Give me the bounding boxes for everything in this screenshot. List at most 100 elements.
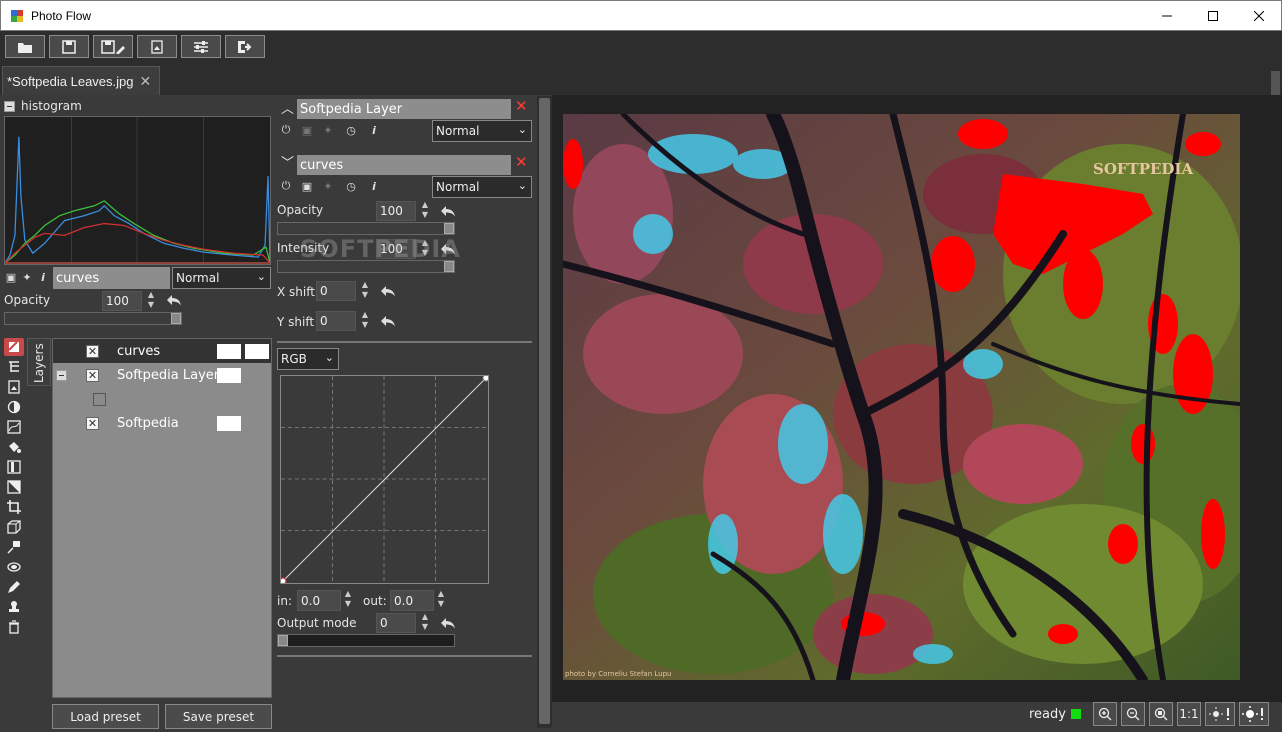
shadows-clipping-button[interactable] xyxy=(1205,702,1235,726)
xshift-spin-arrows[interactable]: ▲ ▼ xyxy=(358,280,372,302)
slider-handle[interactable] xyxy=(444,223,454,234)
save-preset-button[interactable]: Save preset xyxy=(165,704,272,729)
zoom-100-button[interactable]: 1:1 xyxy=(1177,702,1201,726)
tab-document[interactable]: *Softpedia Leaves.jpg ✕ xyxy=(2,66,160,95)
blur-tool-button[interactable] xyxy=(4,558,24,576)
layer-name-field[interactable]: curves xyxy=(53,267,170,289)
out-input[interactable]: 0.0 xyxy=(390,590,434,611)
clone-tool-button[interactable] xyxy=(4,538,24,556)
mask-icon[interactable]: ▣ xyxy=(301,180,313,193)
maximize-button[interactable] xyxy=(1190,1,1236,31)
export-button[interactable] xyxy=(137,35,177,58)
reset-icon[interactable] xyxy=(380,283,396,299)
output-mode-input[interactable]: 0 xyxy=(376,613,416,633)
collapse-icon[interactable] xyxy=(4,100,15,112)
expand-down-icon[interactable]: ﹀ xyxy=(281,152,294,171)
curves-editor[interactable] xyxy=(280,375,489,584)
yshift-spin-arrows[interactable]: ▲ ▼ xyxy=(358,310,372,332)
layer1-blend-select[interactable]: Normal ⌄ xyxy=(432,120,532,142)
reset-icon[interactable] xyxy=(166,292,182,308)
settings-button[interactable] xyxy=(181,35,221,58)
highlights-clipping-button[interactable] xyxy=(1239,702,1269,726)
curves-tool-button[interactable] xyxy=(4,418,24,436)
visible-checkbox[interactable] xyxy=(93,393,106,406)
slider-handle[interactable] xyxy=(171,313,181,324)
remove-layer1-icon[interactable]: ✕ xyxy=(515,97,528,115)
zoom-fit-button[interactable] xyxy=(1149,702,1173,726)
opacity-input[interactable]: 100 xyxy=(102,291,142,311)
pin-icon[interactable]: ✦ xyxy=(322,124,334,137)
xshift-input[interactable]: 0 xyxy=(316,281,356,301)
collapse-icon[interactable] xyxy=(56,370,67,381)
expand-up-icon[interactable]: ︿ xyxy=(281,98,294,117)
tab-close-icon[interactable]: ✕ xyxy=(139,73,151,90)
gradient-tool-button[interactable] xyxy=(4,458,24,476)
opacity-input[interactable]: 100 xyxy=(376,201,416,221)
layer2-blend-select[interactable]: Normal ⌄ xyxy=(432,176,532,198)
yshift-input[interactable]: 0 xyxy=(316,311,356,331)
reset-icon[interactable] xyxy=(440,203,456,219)
layers-tab[interactable]: Layers xyxy=(27,338,51,386)
output-mode-spin-arrows[interactable]: ▲ ▼ xyxy=(418,612,432,634)
mask-icon[interactable]: ▣ xyxy=(301,124,313,137)
layer-row-softpedia-layer[interactable]: ✕ Softpedia Layer xyxy=(53,363,271,387)
contrast-tool-button[interactable] xyxy=(4,398,24,416)
info-icon[interactable]: i xyxy=(368,124,380,137)
pin-icon[interactable]: ✦ xyxy=(21,271,33,284)
save-button[interactable] xyxy=(49,35,89,58)
layer-row-group[interactable] xyxy=(53,387,271,411)
zoom-in-button[interactable] xyxy=(1093,702,1117,726)
exit-button[interactable] xyxy=(225,35,265,58)
remove-layer2-icon[interactable]: ✕ xyxy=(515,153,528,171)
opacity-slider[interactable] xyxy=(4,312,182,325)
channel-select[interactable]: RGB ⌄ xyxy=(277,348,339,370)
tree-tool-button[interactable] xyxy=(4,358,24,376)
in-spin-arrows[interactable]: ▲ ▼ xyxy=(341,589,355,611)
blend-tool-button[interactable] xyxy=(4,478,24,496)
color-tool-button[interactable] xyxy=(4,438,24,456)
power-icon[interactable]: ⏻ xyxy=(280,123,292,136)
mask-icon[interactable]: ▣ xyxy=(5,271,17,284)
clock-icon[interactable]: ◷ xyxy=(345,180,357,193)
opacity-slider[interactable] xyxy=(277,222,455,235)
tab-scroll[interactable] xyxy=(1271,71,1280,95)
settings-scrollbar[interactable] xyxy=(537,96,552,728)
load-preset-button[interactable]: Load preset xyxy=(52,704,159,729)
transform-tool-button[interactable] xyxy=(4,518,24,536)
reset-icon[interactable] xyxy=(380,313,396,329)
layer-row-softpedia[interactable]: ✕ Softpedia xyxy=(53,411,271,435)
clock-icon[interactable]: ◷ xyxy=(345,124,357,137)
pin-icon[interactable]: ✦ xyxy=(322,180,334,193)
info-icon[interactable]: i xyxy=(368,180,380,193)
zoom-out-button[interactable] xyxy=(1121,702,1145,726)
draw-tool-button[interactable] xyxy=(4,578,24,596)
blend-mode-select[interactable]: Normal ⌄ xyxy=(172,267,271,289)
visible-checkbox[interactable]: ✕ xyxy=(86,345,99,358)
layers-tool-button[interactable] xyxy=(4,338,24,356)
image-tool-button[interactable] xyxy=(4,378,24,396)
minimize-button[interactable] xyxy=(1144,1,1190,31)
visible-checkbox[interactable]: ✕ xyxy=(86,369,99,382)
crop-tool-button[interactable] xyxy=(4,498,24,516)
image-canvas[interactable]: SOFTPEDIA photo by Corneliu Stefan Lupu xyxy=(563,114,1240,680)
info-icon[interactable]: i xyxy=(37,271,49,284)
scrollbar-thumb[interactable] xyxy=(539,98,550,724)
stamp-tool-button[interactable] xyxy=(4,598,24,616)
output-mode-slider[interactable] xyxy=(277,634,455,647)
visible-checkbox[interactable]: ✕ xyxy=(86,417,99,430)
slider-handle[interactable] xyxy=(278,635,288,646)
save-as-button[interactable] xyxy=(93,35,133,58)
layer1-name-field[interactable]: Softpedia Layer xyxy=(297,99,511,119)
in-input[interactable]: 0.0 xyxy=(297,590,341,611)
open-button[interactable] xyxy=(5,35,45,58)
layer-thumb xyxy=(217,416,241,431)
power-icon[interactable]: ⏻ xyxy=(280,179,292,192)
opacity-spin-arrows[interactable]: ▲ ▼ xyxy=(418,200,432,222)
out-spin-arrows[interactable]: ▲ ▼ xyxy=(434,589,448,611)
opacity-spin-arrows[interactable]: ▲ ▼ xyxy=(144,290,158,312)
close-button[interactable] xyxy=(1236,1,1282,31)
reset-icon[interactable] xyxy=(440,615,456,631)
delete-tool-button[interactable] xyxy=(4,618,24,636)
layer2-name-field[interactable]: curves xyxy=(297,155,511,175)
layer-row-curves[interactable]: ✕ curves xyxy=(53,339,271,363)
